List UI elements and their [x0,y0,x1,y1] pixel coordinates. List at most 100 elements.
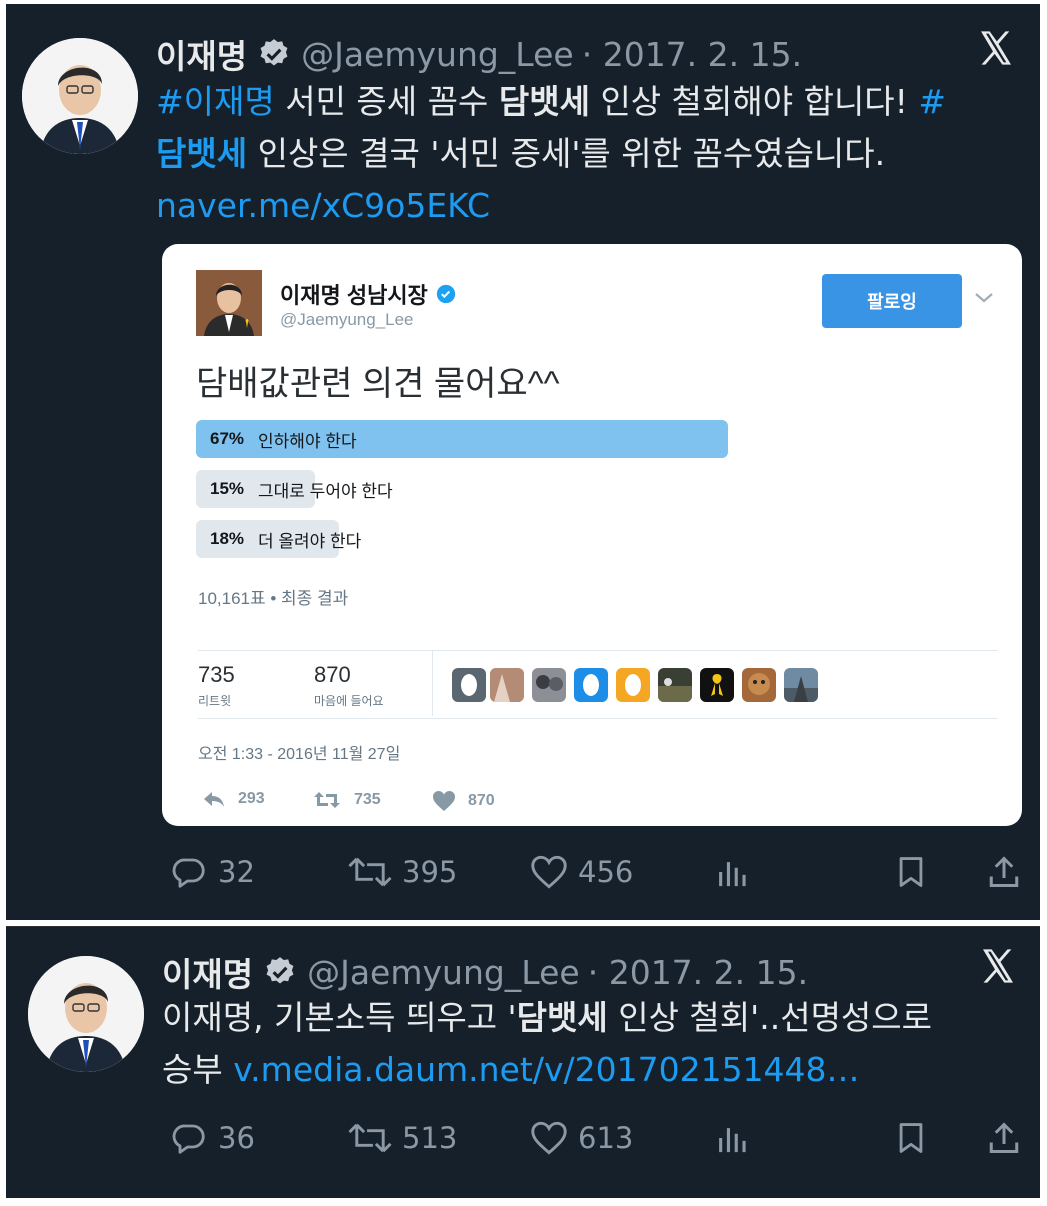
bookmark-button[interactable] [894,850,938,894]
verified-badge-icon [263,955,297,989]
embedded-retweet-count-footer: 735 [354,791,381,808]
retweet-count: 513 [402,1121,458,1155]
analytics-button[interactable] [714,1116,760,1160]
like-button[interactable]: 456 [530,850,633,894]
embedded-name-text: 이재명 성남시장 [280,283,428,308]
tweet-actions: 36 513 613 [164,1116,1024,1160]
author-avatar[interactable] [28,956,144,1072]
tweet-text-segment: 승부 [162,1050,234,1089]
embedded-reply: 293 [202,790,265,808]
analytics-icon [719,1128,746,1153]
tweet-text-segment: 인상 철회해야 합니다! [589,82,919,121]
tweet-text: 이재명, 기본소득 띄우고 '담뱃세 인상 철회'..선명성으로 승부 v.me… [162,992,1032,1096]
verified-badge-icon [257,37,291,71]
bookmark-icon [899,857,923,887]
like-count: 456 [578,855,634,889]
poll-label: 18% 더 올려야 한다 [210,520,361,558]
reply-count: 36 [218,1121,255,1155]
liker-avatar [532,668,566,702]
poll-option-text: 그대로 두어야 한다 [258,481,393,501]
poll-option-3: 18% 더 올려야 한다 [196,520,756,558]
external-link[interactable]: v.media.daum.net/v/201702151448… [233,1050,859,1089]
liker-avatar [700,668,734,702]
like-button[interactable]: 613 [530,1116,633,1160]
hashtag-link[interactable]: 담뱃세 [156,134,247,173]
embedded-like: 870 [432,790,495,812]
poll-option-text: 더 올려야 한다 [258,531,362,551]
tweet-card-2: 이재명 @Jaemyung_Lee · 2017. 2. 15. 이재명, 기본… [6,926,1040,1198]
embedded-like-count-footer: 870 [468,792,495,809]
poll-percent: 18% [210,529,245,548]
share-button[interactable] [986,850,1032,894]
author-handle[interactable]: @Jaemyung_Lee [301,35,574,74]
embedded-retweet: 735 [312,790,381,810]
embedded-retweet-label: 리트윗 [198,694,232,708]
embedded-timestamp: 오전 1:33 - 2016년 11월 27일 [198,746,401,763]
embedded-tweet-image[interactable]: 이재명 성남시장 @Jaemyung_Lee 팔로잉 담배값관련 의견 물어요^… [162,244,1022,826]
bookmark-button[interactable] [894,1116,938,1160]
heart-icon [531,855,567,889]
share-button[interactable] [986,1116,1032,1160]
poll-meta: 10,161표 • 최종 결과 [198,589,349,608]
tweet-text: #이재명 서민 증세 꼼수 담뱃세 인상 철회해야 합니다! # 담뱃세 인상은… [156,76,1026,232]
retweet-icon [348,857,392,887]
external-link[interactable]: naver.me/xC9o5EKC [156,186,490,225]
reply-icon [172,858,205,888]
reply-icon [172,1124,205,1154]
divider [432,650,433,716]
following-button: 팔로잉 [822,274,962,328]
hashtag-link[interactable]: # [918,82,946,121]
tweet-date[interactable]: · 2017. 2. 15. [582,35,802,74]
liker-avatar [784,668,818,702]
liker-avatar [658,668,692,702]
analytics-icon [719,862,746,887]
tweet-actions: 32 395 456 [164,850,1024,894]
x-logo-icon [976,28,1016,68]
poll-percent: 67% [210,429,245,448]
author-avatar[interactable] [22,38,138,154]
tweet-text-segment: 이재명, 기본소득 띄우고 ' [162,998,517,1037]
x-logo-icon [978,946,1018,986]
bookmark-icon [899,1123,923,1153]
embedded-retweet-count: 735 [198,662,235,687]
embedded-avatar [196,270,262,336]
divider [198,718,998,719]
reply-count: 32 [218,855,255,889]
author-name[interactable]: 이재명 [162,948,253,996]
hashtag-link[interactable]: #이재명 [156,82,275,121]
divider [198,650,998,651]
analytics-button[interactable] [714,850,760,894]
tweet-date[interactable]: · 2017. 2. 15. [588,953,808,992]
reply-button[interactable]: 36 [170,1116,255,1160]
liker-avatar [616,668,650,702]
author-name[interactable]: 이재명 [156,30,247,78]
heart-icon [433,791,455,811]
heart-icon [531,1121,567,1155]
divider [6,926,1040,927]
tweet-text-segment: 인상은 결국 '서민 증세'를 위한 꼼수였습니다. [247,134,886,173]
liker-avatar [452,668,486,702]
poll-label: 67% 인하해야 한다 [210,420,357,458]
embedded-author-handle: @Jaemyung_Lee [280,310,414,329]
retweet-icon [314,792,340,808]
chevron-down-icon [970,288,998,308]
liker-avatar [490,668,524,702]
share-icon [989,856,1019,887]
author-handle[interactable]: @Jaemyung_Lee [307,953,580,992]
tweet-text-segment: 인상 철회'..선명성으로 [607,998,933,1037]
poll-option-2: 15% 그대로 두어야 한다 [196,470,756,508]
tweet-header: 이재명 @Jaemyung_Lee · 2017. 2. 15. [162,948,808,996]
tweet-text-segment: 서민 증세 꼼수 [274,82,499,121]
liker-avatar [574,668,608,702]
retweet-button[interactable]: 513 [348,1116,457,1160]
retweet-icon [348,1123,392,1153]
embedded-like-count: 870 [314,662,351,687]
tweet-text-bold: 담뱃세 [498,82,590,121]
tweet-header: 이재명 @Jaemyung_Lee · 2017. 2. 15. [156,30,802,78]
tweet-text-bold: 담뱃세 [516,998,608,1037]
reply-button[interactable]: 32 [170,850,255,894]
tweet-card-1: 이재명 @Jaemyung_Lee · 2017. 2. 15. #이재명 서민… [6,4,1040,920]
retweet-button[interactable]: 395 [348,850,457,894]
poll-option-text: 인하해야 한다 [258,431,357,451]
poll-percent: 15% [210,479,245,498]
